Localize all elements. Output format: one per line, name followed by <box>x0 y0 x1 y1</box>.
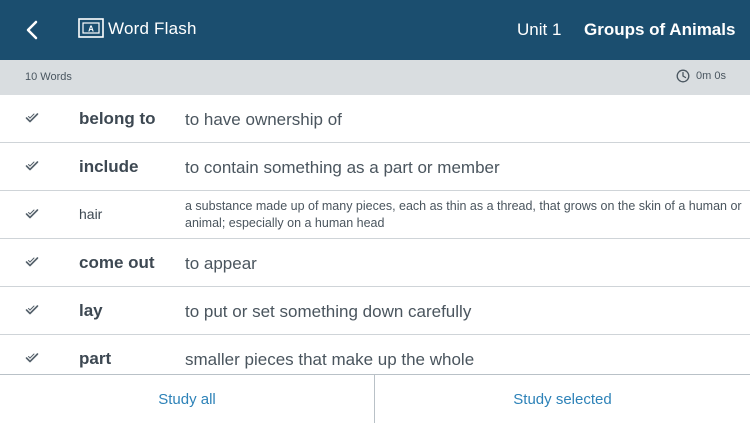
unit-label: Unit 1 <box>517 20 562 39</box>
word-row[interactable]: lay to put or set something down careful… <box>0 287 750 335</box>
study-all-button[interactable]: Study all <box>0 375 374 423</box>
word-count: 10 Words <box>25 71 72 83</box>
word-row[interactable]: come out to appear <box>0 239 750 287</box>
word-list: belong to to have ownership of include t… <box>0 95 750 374</box>
word-definition: a substance made up of many pieces, each… <box>185 199 742 230</box>
word-term: belong to <box>79 109 156 128</box>
clock-icon <box>676 69 690 83</box>
study-selected-button[interactable]: Study selected <box>375 375 750 423</box>
word-definition: to contain something as a part or member <box>185 158 500 177</box>
flashcard-icon: A <box>78 18 104 38</box>
back-button[interactable] <box>18 16 46 44</box>
checkmark-icon[interactable] <box>25 304 39 316</box>
app-header: A Word Flash Unit 1 Groups of Animals <box>0 0 750 60</box>
chevron-left-icon <box>26 20 38 40</box>
timer-text: 0m 0s <box>696 70 726 82</box>
checkmark-icon[interactable] <box>25 352 39 364</box>
word-row[interactable]: hair a substance made up of many pieces,… <box>0 191 750 239</box>
checkmark-icon[interactable] <box>25 160 39 172</box>
app-logo: A Word Flash <box>78 18 197 40</box>
checkmark-icon[interactable] <box>25 112 39 124</box>
word-term: come out <box>79 253 155 272</box>
checkmark-icon[interactable] <box>25 208 39 220</box>
word-row[interactable]: part smaller pieces that make up the who… <box>0 335 750 374</box>
word-row[interactable]: include to contain something as a part o… <box>0 143 750 191</box>
word-row[interactable]: belong to to have ownership of <box>0 95 750 143</box>
timer: 0m 0s <box>676 69 726 83</box>
word-term: lay <box>79 301 103 320</box>
word-term: part <box>79 349 112 368</box>
footer-bar: Study all Study selected <box>0 374 750 423</box>
info-bar: 10 Words 0m 0s <box>0 60 750 95</box>
svg-text:A: A <box>88 25 94 34</box>
checkmark-icon[interactable] <box>25 256 39 268</box>
word-definition: to put or set something down carefully <box>185 302 472 321</box>
word-term: include <box>79 157 139 176</box>
word-definition: to appear <box>185 254 257 273</box>
app-title: Word Flash <box>108 19 197 38</box>
word-term: hair <box>79 206 103 222</box>
word-definition: smaller pieces that make up the whole <box>185 350 475 369</box>
word-definition: to have ownership of <box>185 110 342 129</box>
topic-title: Groups of Animals <box>584 20 736 39</box>
